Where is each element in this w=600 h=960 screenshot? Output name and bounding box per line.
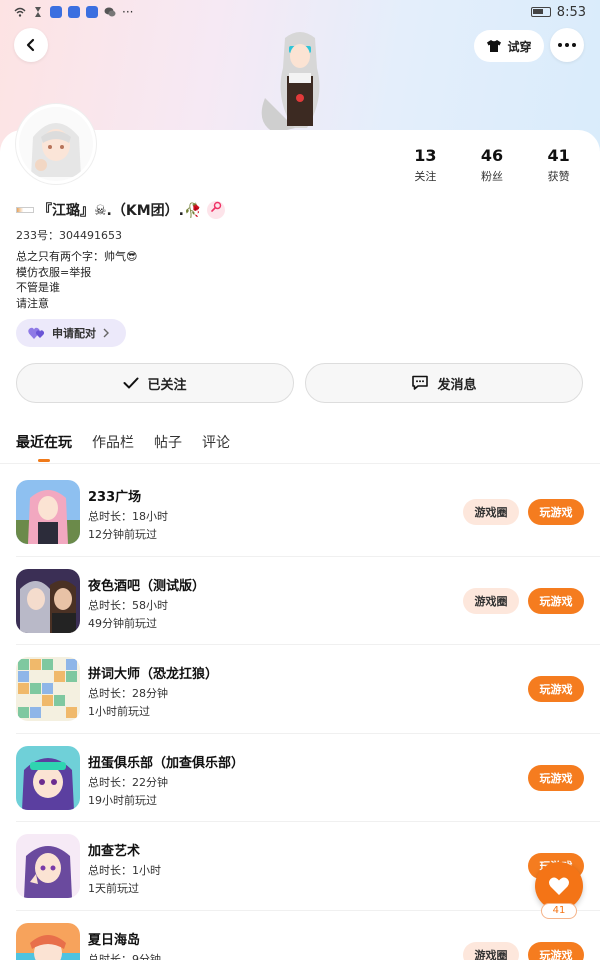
like-count-badge: 41 <box>541 903 577 919</box>
heart-icon <box>549 877 569 895</box>
game-row[interactable]: 拼词大师（恐龙扛狼） 总时长：28分钟 1小时前玩过 玩游戏 <box>16 645 600 734</box>
user-id: 233号：304491653 <box>16 229 122 242</box>
stat-number: 41 <box>547 146 570 165</box>
tshirt-icon <box>487 40 502 52</box>
request-pair-button[interactable]: 申请配对 <box>16 319 126 347</box>
play-game-button[interactable]: 玩游戏 <box>528 941 584 960</box>
hearts-icon <box>28 327 45 339</box>
game-list: 233广场 总时长：18小时 12分钟前玩过 游戏圈 玩游戏 夜色酒吧（测试版）… <box>0 468 600 960</box>
status-more-indicator: ··· <box>122 5 134 19</box>
game-thumbnail <box>16 834 80 898</box>
game-total-time: 总时长：18小时 <box>88 510 168 523</box>
game-circle-button[interactable]: 游戏圈 <box>463 499 519 525</box>
stat-number: 13 <box>414 146 437 165</box>
game-thumbnail <box>16 568 80 633</box>
message-bubble-icon <box>412 375 429 390</box>
tab-works[interactable]: 作品栏 <box>92 432 134 452</box>
avatar[interactable] <box>16 104 96 184</box>
status-time: 8:53 <box>556 4 586 20</box>
play-game-button[interactable]: 玩游戏 <box>528 676 584 702</box>
stat-likes[interactable]: 41 获赞 <box>525 146 592 184</box>
game-row[interactable]: 加查艺术 总时长：1小时 1天前玩过 玩游戏 <box>16 822 600 911</box>
search-notification-icon <box>86 6 98 18</box>
nickname: 『江璐』☠.（KM团）.🥀 <box>38 203 202 219</box>
game-row[interactable]: 夏日海岛 总时长：9分钟 游戏圈 玩游戏 <box>16 911 600 960</box>
game-row[interactable]: 夜色酒吧（测试版） 总时长：58小时 49分钟前玩过 游戏圈 玩游戏 <box>16 557 600 645</box>
game-last-played: 49分钟前玩过 <box>88 616 157 630</box>
checkmark-icon <box>123 377 139 389</box>
game-thumbnail <box>16 745 80 810</box>
request-pair-label: 申请配对 <box>52 327 96 340</box>
profile-tabs: 最近在玩 作品栏 帖子 评论 <box>16 432 230 462</box>
game-title: 夜色酒吧（测试版） <box>88 578 206 594</box>
try-on-button[interactable]: 试穿 <box>474 30 544 62</box>
bio-line: 请注意 <box>16 296 49 310</box>
nickname-row: 『江璐』☠.（KM团）.🥀 <box>16 200 226 220</box>
game-row[interactable]: 233广场 总时长：18小时 12分钟前玩过 游戏圈 玩游戏 <box>16 468 600 557</box>
game-title: 扭蛋俱乐部（加查俱乐部） <box>88 755 245 771</box>
game-title: 233广场 <box>88 490 142 505</box>
game-last-played: 12分钟前玩过 <box>88 528 157 541</box>
stat-label: 粉丝 <box>481 170 503 183</box>
cigarette-emoji-icon <box>16 207 34 213</box>
more-dots-icon <box>558 43 576 47</box>
game-total-time: 总时长：1小时 <box>88 864 161 877</box>
game-total-time: 总时长：28分钟 <box>88 687 168 700</box>
divider <box>0 463 600 464</box>
more-options-button[interactable] <box>550 28 584 62</box>
battery-icon <box>530 7 551 17</box>
hourglass-icon <box>32 6 44 18</box>
status-bar: ··· 8:53 <box>0 0 600 24</box>
game-total-time: 总时长：58小时 <box>88 598 168 612</box>
chevron-left-icon <box>26 38 35 52</box>
avatar-image <box>19 107 93 181</box>
app-notification-icon <box>68 6 80 18</box>
avatar-character-image <box>261 32 320 133</box>
game-circle-button[interactable]: 游戏圈 <box>463 587 519 614</box>
wechat-icon <box>104 6 116 18</box>
game-thumbnail <box>16 657 80 721</box>
stat-followers[interactable]: 46 粉丝 <box>459 146 526 184</box>
send-message-button[interactable]: 发消息 <box>305 363 583 403</box>
chevron-right-icon <box>103 328 109 338</box>
following-label: 已关注 <box>147 377 187 393</box>
bio-line: 不管是谁 <box>16 281 60 294</box>
tab-comments[interactable]: 评论 <box>202 432 230 452</box>
game-row[interactable]: 扭蛋俱乐部（加查俱乐部） 总时长：22分钟 19小时前玩过 玩游戏 <box>16 734 600 822</box>
stat-label: 获赞 <box>547 170 570 183</box>
try-on-label: 试穿 <box>507 39 532 54</box>
game-total-time: 总时长：22分钟 <box>88 775 168 789</box>
stat-label: 关注 <box>414 170 437 183</box>
following-button[interactable]: 已关注 <box>16 363 294 403</box>
game-circle-button[interactable]: 游戏圈 <box>463 941 519 960</box>
game-title: 加查艺术 <box>88 844 141 859</box>
game-title: 夏日海岛 <box>88 932 141 948</box>
back-button[interactable] <box>14 28 48 62</box>
game-last-played: 1小时前玩过 <box>88 705 150 718</box>
game-last-played: 19小时前玩过 <box>88 793 157 807</box>
tab-posts[interactable]: 帖子 <box>154 432 182 452</box>
play-game-button[interactable]: 玩游戏 <box>528 499 584 525</box>
tab-recent-played[interactable]: 最近在玩 <box>16 432 72 462</box>
stat-following[interactable]: 13 关注 <box>392 146 459 184</box>
bio-line: 模仿衣服=举报 <box>16 265 92 279</box>
wifi-icon <box>14 6 26 18</box>
bio: 总之只有两个字：帅气😎 模仿衣服=举报 不管是谁 请注意 <box>16 249 137 311</box>
app-notification-icon <box>50 6 62 18</box>
game-total-time: 总时长：9分钟 <box>88 952 161 960</box>
play-game-button[interactable]: 玩游戏 <box>528 587 584 614</box>
game-last-played: 1天前玩过 <box>88 882 139 895</box>
game-title: 拼词大师（恐龙扛狼） <box>88 667 219 682</box>
stat-number: 46 <box>480 146 504 165</box>
send-message-label: 发消息 <box>437 377 477 393</box>
bio-line: 总之只有两个字：帅气😎 <box>16 250 138 263</box>
game-thumbnail <box>16 480 80 544</box>
badge-icon[interactable] <box>207 201 226 219</box>
profile-stats: 13 关注 46 粉丝 41 获赞 <box>392 146 592 184</box>
game-thumbnail <box>16 922 80 960</box>
play-game-button[interactable]: 玩游戏 <box>528 764 584 791</box>
